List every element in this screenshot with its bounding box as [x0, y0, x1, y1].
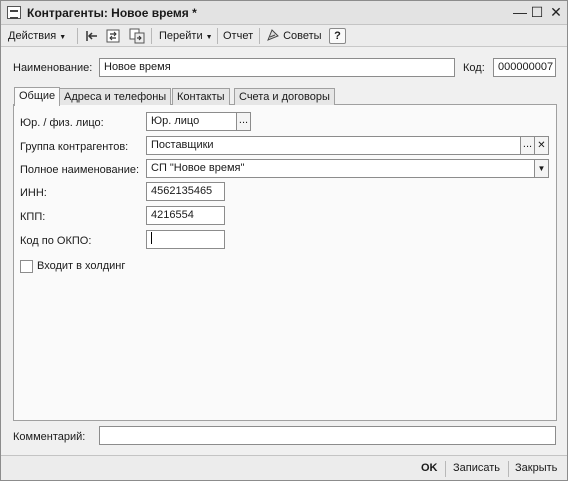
- bottom-button-bar: OK Записать Закрыть: [1, 455, 567, 480]
- actions-label: Действия: [8, 30, 57, 42]
- tips-label: Советы: [283, 30, 322, 42]
- comment-input[interactable]: [99, 426, 556, 445]
- toolbar-separator: [259, 28, 260, 44]
- ok-button[interactable]: OK: [421, 460, 438, 477]
- group-input[interactable]: Поставщики: [146, 136, 521, 155]
- inn-label: ИНН:: [20, 187, 47, 199]
- chevron-down-icon: ▼: [59, 34, 67, 41]
- move-icon[interactable]: [129, 28, 145, 44]
- kpp-input[interactable]: 4216554: [146, 206, 225, 225]
- close-window-button[interactable]: ✕: [547, 4, 565, 21]
- toolbar: Действия ▼ Перейти ▼ Отчет Советы ?: [1, 25, 567, 47]
- chevron-down-icon: ▼: [205, 34, 213, 41]
- maximize-button[interactable]: ☐: [528, 4, 546, 21]
- okpo-input[interactable]: [146, 230, 225, 249]
- group-clear-button[interactable]: ✕: [534, 136, 549, 155]
- toolbar-separator: [151, 28, 152, 44]
- entity-type-input[interactable]: Юр. лицо: [146, 112, 237, 131]
- name-label: Наименование:: [13, 62, 93, 74]
- goto-menu[interactable]: Перейти ▼: [156, 27, 216, 45]
- goto-label: Перейти: [159, 30, 203, 42]
- button-separator: [445, 461, 446, 477]
- inn-input[interactable]: 4562135465: [146, 182, 225, 201]
- toolbar-separator: [77, 28, 78, 44]
- refresh-icon[interactable]: [105, 28, 121, 44]
- okpo-label: Код по ОКПО:: [20, 235, 92, 247]
- tips-button[interactable]: Советы: [263, 27, 325, 45]
- form-icon: [7, 6, 21, 19]
- go-back-icon[interactable]: [83, 28, 99, 44]
- minimize-button[interactable]: —: [511, 4, 529, 21]
- actions-menu[interactable]: Действия ▼: [5, 27, 69, 45]
- holding-checkbox[interactable]: [20, 260, 33, 273]
- code-input[interactable]: 000000007: [493, 58, 556, 77]
- comment-label: Комментарий:: [13, 431, 86, 443]
- help-button[interactable]: ?: [329, 28, 346, 44]
- close-button[interactable]: Закрыть: [515, 460, 557, 477]
- holding-label[interactable]: Входит в холдинг: [37, 260, 125, 272]
- save-button[interactable]: Записать: [453, 460, 500, 477]
- report-button[interactable]: Отчет: [220, 27, 256, 45]
- tab-accounts-contracts[interactable]: Счета и договоры: [234, 88, 335, 105]
- tips-icon: [266, 27, 280, 45]
- entity-type-select-button[interactable]: ...: [236, 112, 251, 131]
- entity-type-label: Юр. / физ. лицо:: [20, 117, 104, 129]
- full-name-input[interactable]: СП "Новое время": [146, 159, 535, 178]
- full-name-dropdown-button[interactable]: ▼: [534, 159, 549, 178]
- text-cursor: [151, 232, 152, 244]
- code-label: Код:: [463, 62, 485, 74]
- name-input[interactable]: Новое время: [99, 58, 455, 77]
- button-separator: [508, 461, 509, 477]
- title-bar[interactable]: Контрагенты: Новое время * — ☐ ✕: [1, 1, 567, 25]
- window-title: Контрагенты: Новое время *: [27, 6, 197, 20]
- tab-general[interactable]: Общие: [14, 87, 61, 106]
- counterparty-window: Контрагенты: Новое время * — ☐ ✕ Действи…: [0, 0, 568, 481]
- full-name-label: Полное наименование:: [20, 164, 140, 176]
- group-label: Группа контрагентов:: [20, 141, 129, 153]
- tab-addresses-phones[interactable]: Адреса и телефоны: [59, 88, 172, 105]
- kpp-label: КПП:: [20, 211, 46, 223]
- tab-contacts[interactable]: Контакты: [172, 88, 230, 105]
- group-select-button[interactable]: ...: [520, 136, 535, 155]
- toolbar-separator: [217, 28, 218, 44]
